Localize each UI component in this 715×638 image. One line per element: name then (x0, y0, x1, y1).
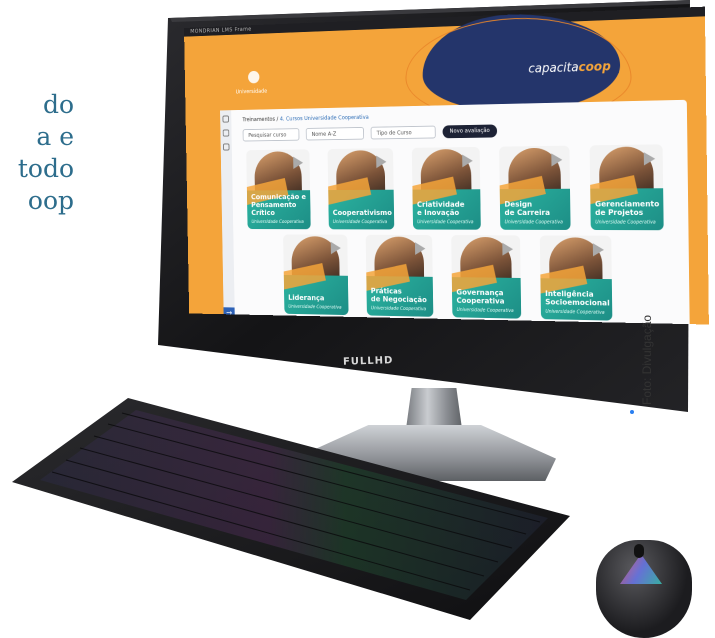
mouse-logo-icon (620, 554, 662, 584)
photo-credit: Foto: Divulgação (640, 315, 654, 405)
mouse-wheel (634, 544, 644, 558)
keyboard (0, 0, 715, 638)
mouse (596, 540, 692, 638)
